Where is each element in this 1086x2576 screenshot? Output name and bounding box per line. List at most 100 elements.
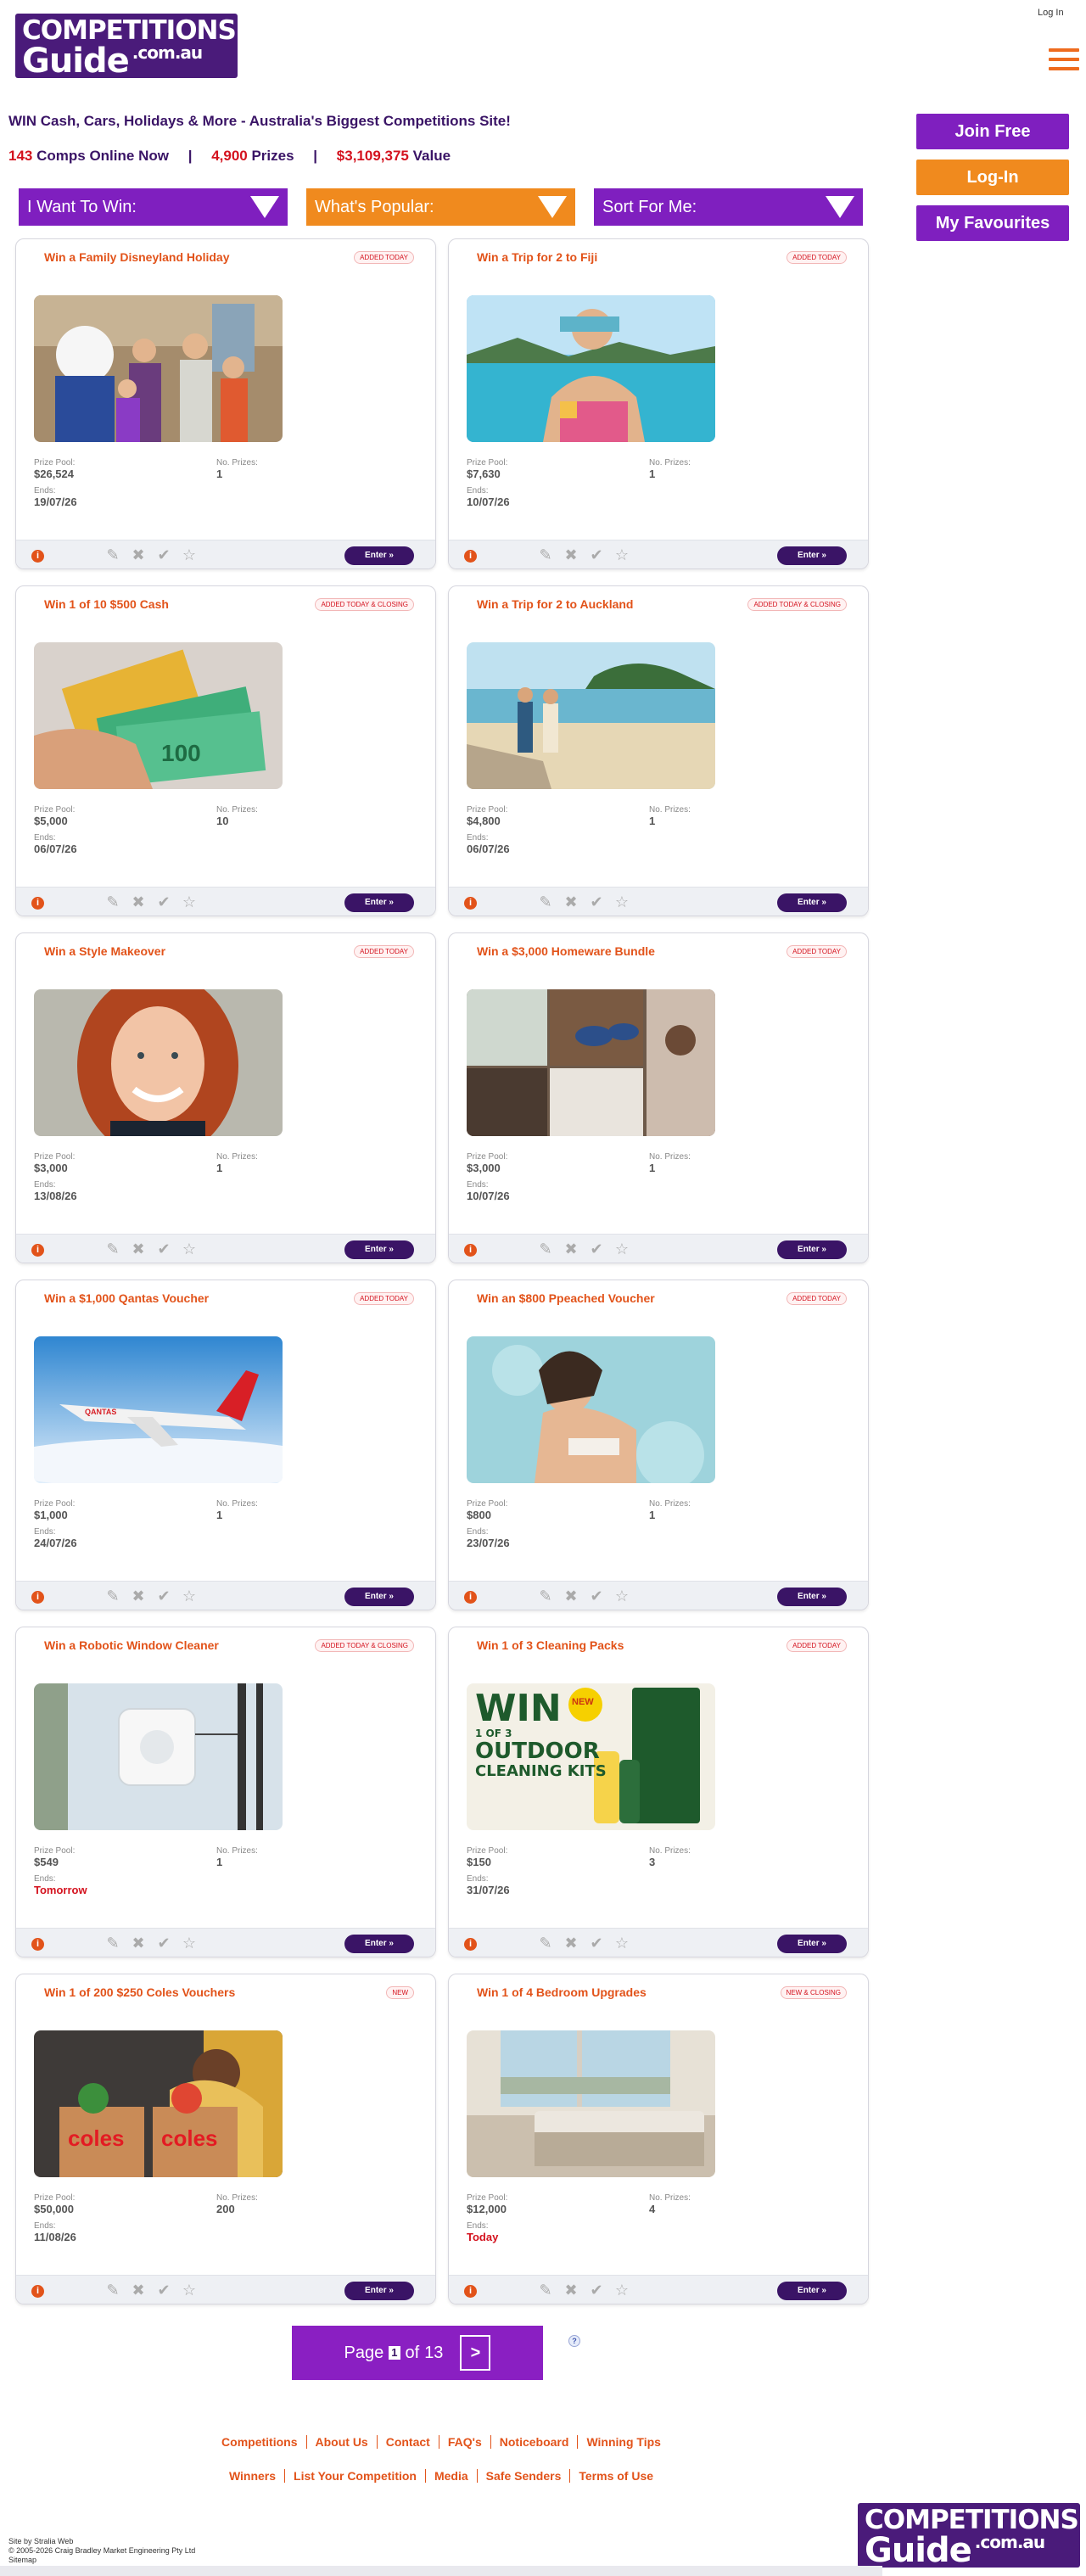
dismiss-icon[interactable]: ✖ (128, 2282, 148, 2299)
card-title[interactable]: Win an $800 Ppeached Voucher (477, 1291, 655, 1305)
enter-button[interactable]: Enter » (344, 1240, 414, 1259)
card-title[interactable]: Win 1 of 200 $250 Coles Vouchers (44, 1985, 235, 1999)
site-by[interactable]: Site by Stralia Web (8, 2537, 73, 2546)
enter-button[interactable]: Enter » (777, 1935, 847, 1953)
info-icon[interactable]: i (464, 1244, 477, 1257)
edit-icon[interactable]: ✎ (103, 1588, 123, 1604)
entered-check-icon[interactable]: ✔ (154, 1935, 174, 1952)
enter-button[interactable]: Enter » (777, 546, 847, 565)
enter-button[interactable]: Enter » (777, 1588, 847, 1606)
edit-icon[interactable]: ✎ (535, 1935, 556, 1952)
favourite-star-icon[interactable]: ☆ (179, 1588, 199, 1604)
footer-link[interactable]: FAQ's (438, 2435, 490, 2449)
login-button[interactable]: Log-In (916, 160, 1069, 195)
edit-icon[interactable]: ✎ (535, 546, 556, 563)
enter-button[interactable]: Enter » (344, 1935, 414, 1953)
fiji-pool-photo[interactable] (467, 295, 715, 442)
dismiss-icon[interactable]: ✖ (561, 1588, 581, 1604)
enter-button[interactable]: Enter » (777, 2282, 847, 2300)
favourite-star-icon[interactable]: ☆ (179, 1935, 199, 1952)
entered-check-icon[interactable]: ✔ (154, 546, 174, 563)
edit-icon[interactable]: ✎ (103, 2282, 123, 2299)
edit-icon[interactable]: ✎ (535, 893, 556, 910)
card-title[interactable]: Win 1 of 10 $500 Cash (44, 597, 169, 611)
info-icon[interactable]: i (464, 2285, 477, 2298)
edit-icon[interactable]: ✎ (103, 893, 123, 910)
join-free-button[interactable]: Join Free (916, 114, 1069, 149)
footer-link[interactable]: Contact (376, 2435, 439, 2449)
info-icon[interactable]: i (464, 1938, 477, 1951)
auckland-beach-photo[interactable] (467, 642, 715, 789)
swimwear-pool-photo[interactable] (467, 1336, 715, 1483)
card-title[interactable]: Win 1 of 4 Bedroom Upgrades (477, 1985, 647, 1999)
info-icon[interactable]: i (31, 2285, 44, 2298)
footer-link[interactable]: About Us (305, 2435, 377, 2449)
card-title[interactable]: Win a Trip for 2 to Auckland (477, 597, 633, 611)
coles-bags-photo[interactable]: coles coles (34, 2030, 283, 2177)
cash-notes-photo[interactable]: 100 (34, 642, 283, 789)
cleaning-kits-ad[interactable]: WIN 1 OF 3 OUTDOOR CLEANING KITS NEW (467, 1683, 715, 1830)
entered-check-icon[interactable]: ✔ (586, 546, 607, 563)
entered-check-icon[interactable]: ✔ (154, 1588, 174, 1604)
entered-check-icon[interactable]: ✔ (586, 893, 607, 910)
dismiss-icon[interactable]: ✖ (128, 1588, 148, 1604)
info-icon[interactable]: i (31, 1591, 44, 1604)
info-icon[interactable]: i (31, 897, 44, 910)
card-title[interactable]: Win a Trip for 2 to Fiji (477, 250, 597, 264)
entered-check-icon[interactable]: ✔ (586, 1240, 607, 1257)
favourite-star-icon[interactable]: ☆ (612, 2282, 632, 2299)
qantas-plane-photo[interactable]: QANTAS (34, 1336, 283, 1483)
dismiss-icon[interactable]: ✖ (561, 1240, 581, 1257)
footer-link[interactable]: Terms of Use (569, 2469, 662, 2483)
card-title[interactable]: Win a Family Disneyland Holiday (44, 250, 229, 264)
my-favourites-button[interactable]: My Favourites (916, 205, 1069, 241)
entered-check-icon[interactable]: ✔ (154, 2282, 174, 2299)
info-icon[interactable]: i (464, 1591, 477, 1604)
footer-link[interactable]: Media (424, 2469, 477, 2483)
dismiss-icon[interactable]: ✖ (561, 893, 581, 910)
favourite-star-icon[interactable]: ☆ (179, 1240, 199, 1257)
info-icon[interactable]: i (464, 897, 477, 910)
next-page-button[interactable]: > (460, 2335, 491, 2371)
dismiss-icon[interactable]: ✖ (128, 1935, 148, 1952)
disneyland-family-photo[interactable] (34, 295, 283, 442)
entered-check-icon[interactable]: ✔ (154, 893, 174, 910)
edit-icon[interactable]: ✎ (535, 1240, 556, 1257)
favourite-star-icon[interactable]: ☆ (612, 1935, 632, 1952)
footer-link[interactable]: Noticeboard (490, 2435, 578, 2449)
enter-button[interactable]: Enter » (344, 546, 414, 565)
card-title[interactable]: Win a $3,000 Homeware Bundle (477, 944, 655, 958)
enter-button[interactable]: Enter » (777, 893, 847, 912)
card-title[interactable]: Win a Style Makeover (44, 944, 165, 958)
info-icon[interactable]: i (31, 550, 44, 563)
enter-button[interactable]: Enter » (344, 2282, 414, 2300)
entered-check-icon[interactable]: ✔ (154, 1240, 174, 1257)
footer-link[interactable]: Winners (221, 2469, 284, 2483)
card-title[interactable]: Win 1 of 3 Cleaning Packs (477, 1638, 624, 1652)
favourite-star-icon[interactable]: ☆ (179, 546, 199, 563)
footer-logo[interactable]: COMPETITIONS Guide .com.au (858, 2503, 1080, 2568)
footer-link[interactable]: Winning Tips (577, 2435, 669, 2449)
enter-button[interactable]: Enter » (344, 1588, 414, 1606)
edit-icon[interactable]: ✎ (535, 1588, 556, 1604)
dismiss-icon[interactable]: ✖ (561, 2282, 581, 2299)
footer-link[interactable]: Competitions (213, 2435, 305, 2449)
dismiss-icon[interactable]: ✖ (561, 1935, 581, 1952)
sort-for-me-dropdown[interactable]: Sort For Me: (594, 188, 863, 226)
info-icon[interactable]: i (31, 1244, 44, 1257)
info-icon[interactable]: i (31, 1938, 44, 1951)
entered-check-icon[interactable]: ✔ (586, 1935, 607, 1952)
dismiss-icon[interactable]: ✖ (128, 1240, 148, 1257)
homeware-collage-photo[interactable] (467, 989, 715, 1136)
dismiss-icon[interactable]: ✖ (128, 893, 148, 910)
favourite-star-icon[interactable]: ☆ (179, 2282, 199, 2299)
dismiss-icon[interactable]: ✖ (561, 546, 581, 563)
favourite-star-icon[interactable]: ☆ (179, 893, 199, 910)
login-link[interactable]: Log In (1038, 8, 1064, 18)
site-logo[interactable]: COMPETITIONS Guide .com.au (15, 14, 238, 78)
enter-button[interactable]: Enter » (344, 893, 414, 912)
edit-icon[interactable]: ✎ (103, 1935, 123, 1952)
enter-button[interactable]: Enter » (777, 1240, 847, 1259)
dismiss-icon[interactable]: ✖ (128, 546, 148, 563)
favourite-star-icon[interactable]: ☆ (612, 1588, 632, 1604)
